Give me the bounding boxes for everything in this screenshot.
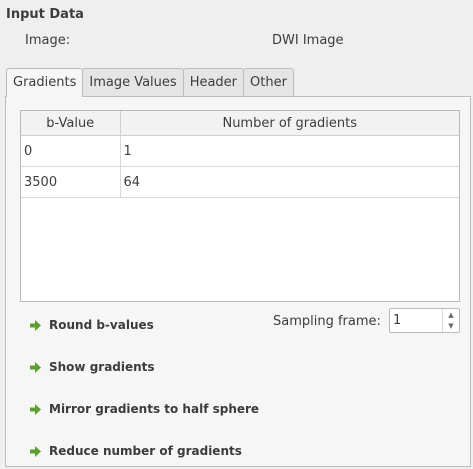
green-arrow-icon	[30, 403, 41, 415]
green-arrow-icon	[30, 445, 41, 457]
table-row[interactable]: 3500 64	[21, 166, 459, 198]
column-header-number-of-gradients[interactable]: Number of gradients	[120, 111, 459, 136]
reduce-gradients-button[interactable]: Reduce number of gradients	[30, 444, 242, 458]
tab-image-values[interactable]: Image Values	[82, 68, 184, 96]
sampling-frame-input[interactable]	[393, 312, 437, 329]
tab-other[interactable]: Other	[243, 68, 294, 96]
mirror-gradients-label: Mirror gradients to half sphere	[49, 402, 260, 416]
show-gradients-label: Show gradients	[49, 360, 155, 374]
sampling-frame-label: Sampling frame:	[273, 314, 381, 329]
spinbox-buttons: ▲ ▼	[442, 309, 459, 332]
table-cell-b-value[interactable]: 3500	[21, 166, 121, 198]
green-arrow-icon	[30, 361, 41, 373]
tab-gradients[interactable]: Gradients	[6, 68, 84, 97]
round-b-values-label: Round b-values	[49, 318, 154, 332]
show-gradients-button[interactable]: Show gradients	[30, 360, 155, 374]
gradients-tab-panel: b-Value Number of gradients 0 1 3500 64 …	[5, 96, 471, 467]
tab-header[interactable]: Header	[182, 68, 245, 96]
table-row[interactable]: 0 1	[21, 135, 459, 167]
image-value: DWI Image	[272, 33, 344, 48]
sampling-frame-spinbox[interactable]: ▲ ▼	[389, 308, 460, 333]
round-b-values-button[interactable]: Round b-values	[30, 318, 154, 332]
image-label: Image:	[25, 33, 71, 48]
table-header-row: b-Value Number of gradients	[21, 111, 459, 136]
column-header-b-value[interactable]: b-Value	[21, 111, 121, 136]
tab-bar: Gradients Image Values Header Other	[6, 68, 294, 97]
mirror-gradients-button[interactable]: Mirror gradients to half sphere	[30, 402, 259, 416]
table-cell-gradient-count[interactable]: 1	[120, 135, 459, 167]
spin-down-icon[interactable]: ▼	[443, 320, 459, 331]
table-cell-b-value[interactable]: 0	[21, 135, 121, 167]
gradients-table: b-Value Number of gradients 0 1 3500 64	[20, 110, 460, 302]
reduce-gradients-label: Reduce number of gradients	[49, 444, 242, 458]
table-cell-gradient-count[interactable]: 64	[120, 166, 459, 198]
green-arrow-icon	[30, 319, 41, 331]
spin-up-icon[interactable]: ▲	[443, 309, 459, 320]
section-title-input-data: Input Data	[6, 7, 84, 22]
